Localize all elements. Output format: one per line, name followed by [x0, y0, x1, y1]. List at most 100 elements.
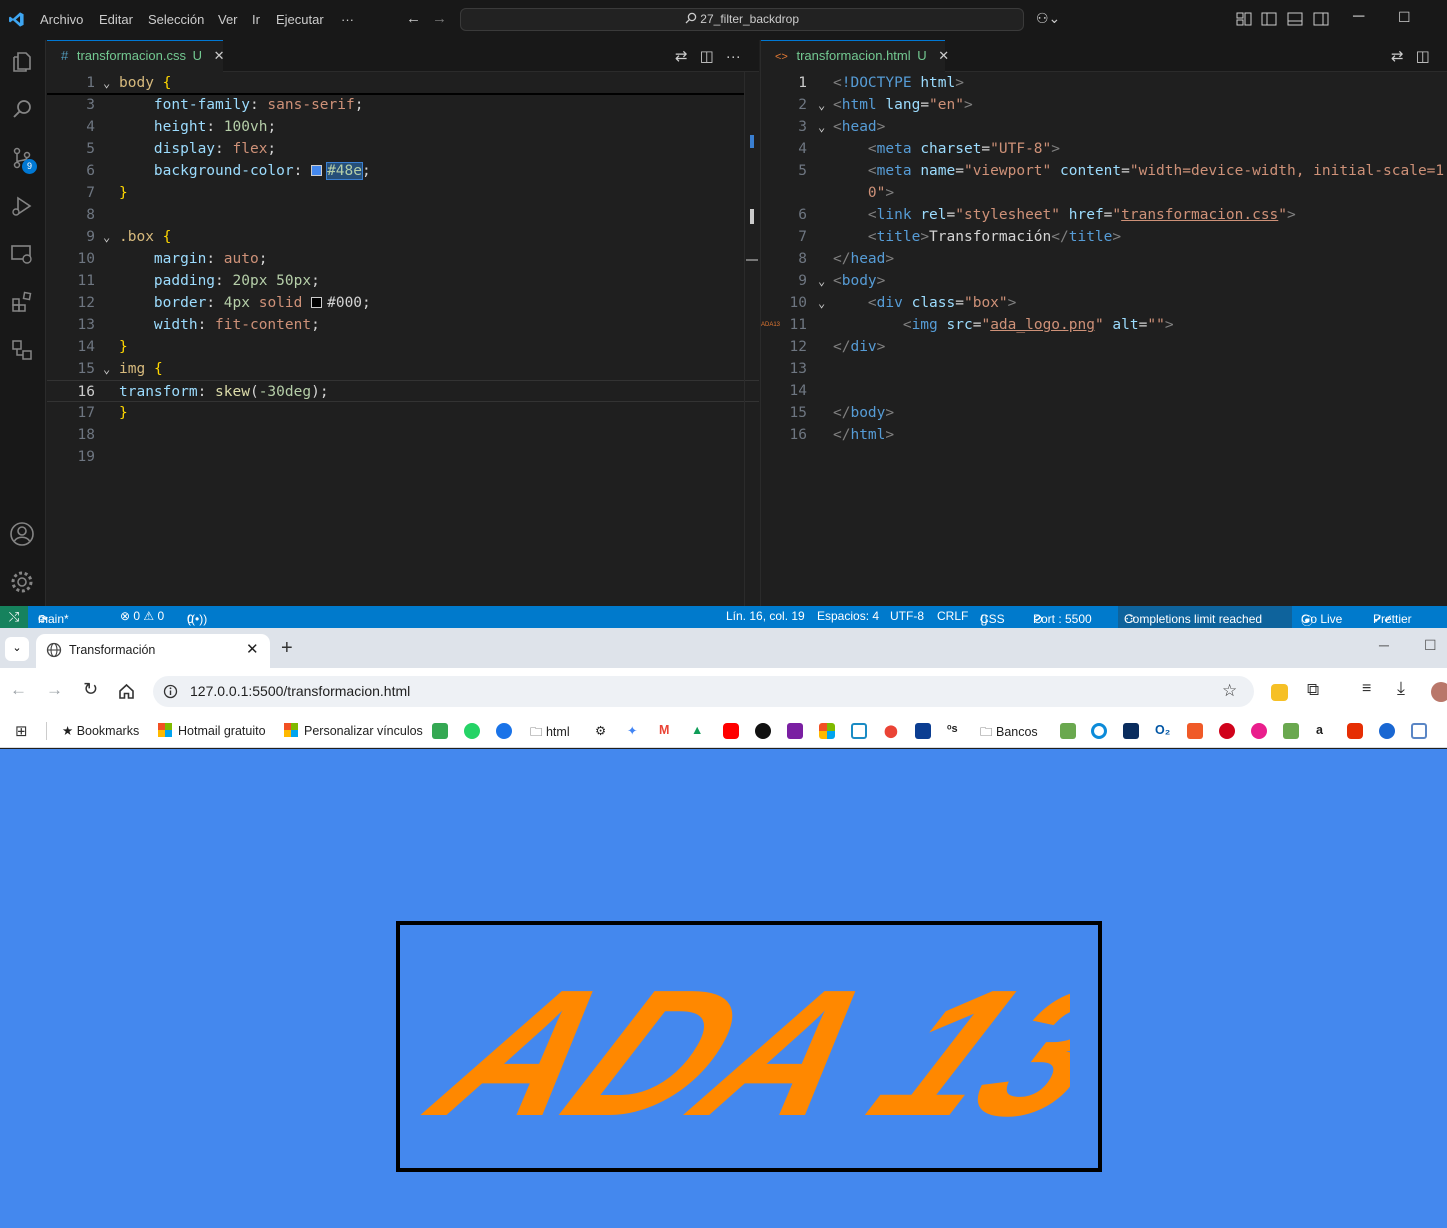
bookmarks-folder[interactable]: ★ Bookmarks — [62, 723, 139, 738]
toggle-panel-icon[interactable] — [1287, 12, 1303, 26]
download-icon[interactable]: ⤓ — [1397, 678, 1405, 699]
home-icon[interactable] — [118, 683, 135, 700]
testing-icon[interactable] — [8, 336, 36, 364]
keep-extension-icon[interactable] — [1271, 684, 1288, 701]
menu-ver[interactable]: Ver — [218, 12, 238, 27]
code-line[interactable]: 9 ⌄ <body> — [761, 270, 1447, 292]
back-arrow-icon[interactable]: ← — [406, 10, 421, 27]
skull-icon[interactable] — [1251, 723, 1267, 739]
compare-changes-icon[interactable]: ⇄ — [1391, 47, 1404, 65]
forward-arrow-icon[interactable]: → — [46, 680, 63, 700]
toggle-primary-sidebar-icon[interactable] — [1261, 12, 1277, 26]
maximize-icon[interactable]: ☐ — [1424, 637, 1437, 654]
menu-seleccion[interactable]: Selección — [148, 12, 204, 27]
command-center-search[interactable]: 27_filter_backdrop — [460, 8, 1024, 31]
css-editor[interactable]: # transformacion.css U ✕ ⇄ ◫ ··· 1 ⌄ body … — [47, 40, 759, 606]
search-view-icon[interactable] — [8, 95, 36, 123]
code-line[interactable]: 8 </head> — [761, 248, 1447, 270]
menu-ejecutar[interactable]: Ejecutar — [276, 12, 324, 27]
fold-chevron-icon[interactable]: ⌄ — [103, 72, 110, 94]
code-line[interactable]: 4 <meta charset="UTF-8"> — [761, 138, 1447, 160]
code-line[interactable]: 10 ⌄ <div class="box"> — [761, 292, 1447, 314]
code-line[interactable]: 18 — [47, 424, 759, 446]
gemini-icon[interactable]: ✦ — [627, 723, 637, 738]
code-line[interactable]: 9 ⌄ .box { — [47, 226, 759, 248]
code-line[interactable]: 3 font-family: sans-serif; — [47, 94, 759, 116]
bookmark-hotmail[interactable]: Hotmail gratuito — [158, 723, 266, 738]
encoding[interactable]: UTF-8 — [890, 609, 924, 623]
minimize-icon[interactable]: ─ — [1379, 637, 1389, 653]
fold-chevron-icon[interactable]: ⌄ — [818, 94, 825, 116]
settings-gear-icon[interactable] — [8, 568, 36, 596]
raspberry-icon[interactable] — [1219, 723, 1235, 739]
code-line[interactable]: 7} — [47, 182, 759, 204]
extensions-icon[interactable] — [8, 288, 36, 316]
menu-editar[interactable]: Editar — [99, 12, 133, 27]
problems-status[interactable]: ⊗ 0 ⚠ 0 — [120, 609, 164, 623]
code-line[interactable]: 4 height: 100vh; — [47, 116, 759, 138]
indentation[interactable]: Espacios: 4 — [817, 609, 879, 623]
explorer-icon[interactable] — [8, 48, 36, 76]
o2-icon[interactable]: O₂ — [1155, 723, 1170, 737]
toggle-secondary-sidebar-icon[interactable] — [1313, 12, 1329, 26]
drive-icon[interactable]: ▲ — [691, 723, 703, 737]
code-line[interactable]: 3 ⌄ <head> — [761, 116, 1447, 138]
compare-changes-icon[interactable]: ⇄ — [675, 47, 688, 65]
css-scrollbar[interactable] — [744, 72, 758, 606]
customize-layout-icon[interactable] — [1236, 12, 1252, 26]
close-tab-icon[interactable]: ✕ — [246, 640, 259, 658]
remote-indicator-icon[interactable]: ⤭ — [0, 606, 28, 628]
gmail-icon[interactable]: M — [659, 723, 669, 737]
edge-icon[interactable] — [1091, 723, 1107, 739]
code-line[interactable]: 19 — [47, 446, 759, 468]
code-line[interactable]: 14 — [761, 380, 1447, 402]
extensions-puzzle-icon[interactable]: ⧉ — [1307, 680, 1319, 700]
code-line[interactable]: 11 <img src="ada_logo.png" alt=""> — [761, 314, 1447, 336]
atlassian-icon[interactable] — [915, 723, 931, 739]
calendar-icon[interactable] — [851, 723, 867, 739]
whatsapp-icon[interactable] — [464, 723, 480, 739]
menu-ir[interactable]: Ir — [252, 12, 260, 27]
run-debug-icon[interactable] — [8, 192, 36, 220]
fold-chevron-icon[interactable]: ⌄ — [818, 292, 825, 314]
code-line[interactable]: 12 border: 4px solid #000; — [47, 292, 759, 314]
code-line[interactable]: 1 <!DOCTYPE html> — [761, 72, 1447, 94]
microsoft-icon[interactable] — [819, 723, 835, 739]
reload-icon[interactable]: ↻ — [83, 679, 98, 700]
copilot-icon[interactable]: ⚇⌄ — [1036, 10, 1060, 27]
code-line[interactable]: 15 </body> — [761, 402, 1447, 424]
menu-more[interactable]: ··· — [341, 12, 354, 27]
forward-arrow-icon[interactable]: → — [432, 10, 447, 27]
css-code-area[interactable]: 1 ⌄ body {3 font-family: sans-serif; 4 heig… — [47, 72, 759, 606]
code-line[interactable]: 6 <link rel="stylesheet" href="transform… — [761, 204, 1447, 226]
yahoo-mail-icon[interactable] — [787, 723, 803, 739]
html-editor[interactable]: <> transformacion.html U ✕ ⇄ ◫ 1 <!DOCTYP… — [760, 40, 1447, 606]
split-editor-icon[interactable]: ◫ — [700, 47, 714, 65]
more-actions-icon[interactable]: ··· — [726, 48, 741, 65]
code-line[interactable]: 15 ⌄ img { — [47, 358, 759, 380]
tab-search-icon[interactable]: ⌄ — [5, 637, 29, 661]
reading-list-icon[interactable]: ≡ — [1362, 680, 1371, 698]
code-line[interactable]: 16 </html> — [761, 424, 1447, 446]
meet-icon[interactable] — [432, 723, 448, 739]
code-line[interactable]: 10 margin: auto; — [47, 248, 759, 270]
chat-icon[interactable] — [496, 723, 512, 739]
code-line[interactable]: 14} — [47, 336, 759, 358]
document-icon[interactable] — [1411, 723, 1427, 739]
code-line[interactable]: 7 <title>Transformación</title> — [761, 226, 1447, 248]
back-arrow-icon[interactable]: ← — [10, 680, 27, 700]
html-code-area[interactable]: 1 <!DOCTYPE html> 2 ⌄ <html lang="en"> 3 ⌄ <hea… — [761, 72, 1447, 606]
code-line[interactable]: 1 ⌄ body { — [47, 72, 759, 94]
bookmark-bancos-folder[interactable]: 🗀 Bancos — [980, 723, 1038, 744]
aliexpress-icon[interactable] — [1347, 723, 1363, 739]
line-endings[interactable]: CRLF — [937, 609, 968, 623]
youtube-icon[interactable] — [723, 723, 739, 739]
bookmark-html-folder[interactable]: 🗀 html — [530, 723, 570, 744]
split-editor-icon[interactable]: ◫ — [1416, 47, 1430, 65]
code-line[interactable]: 2 ⌄ <html lang="en"> — [761, 94, 1447, 116]
fold-chevron-icon[interactable]: ⌄ — [818, 270, 825, 292]
tab-transformacion-html[interactable]: <> transformacion.html U ✕ — [761, 40, 949, 72]
code-line[interactable]: 16 transform: skew(-30deg); — [47, 380, 759, 402]
amazon-icon[interactable]: a — [1316, 723, 1323, 737]
maps-icon[interactable]: ⬤ — [884, 723, 898, 738]
